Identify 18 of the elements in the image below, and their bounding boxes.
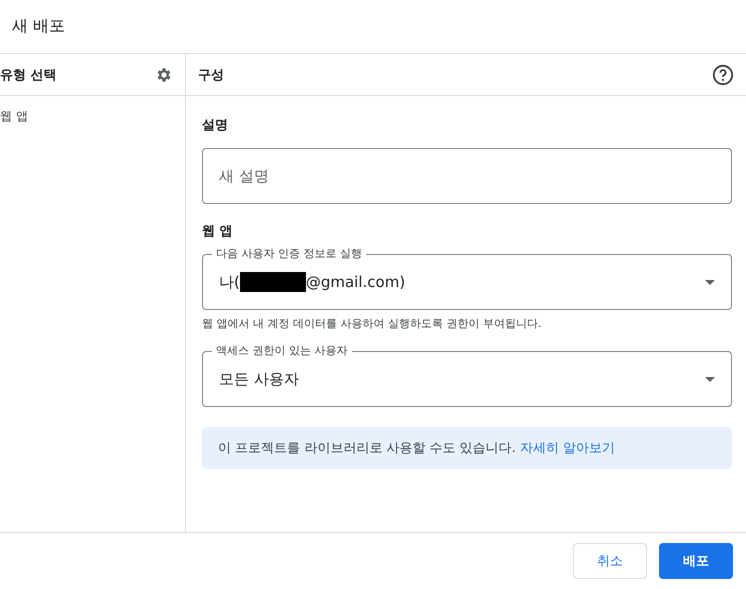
field-label: 액세스 권한이 있는 사용자 <box>212 343 352 358</box>
info-banner: 이 프로젝트를 라이브러리로 사용할 수도 있습니다. 자세히 알아보기 <box>202 427 732 469</box>
caret-icon <box>705 280 715 284</box>
help-icon[interactable] <box>712 64 734 86</box>
helper-text: 웹 앱에서 내 계정 데이터를 사용하여 실행하도록 권한이 부여됩니다. <box>202 316 542 331</box>
field-label: 다음 사용자 인증 정보로 실행 <box>212 246 366 261</box>
sidebar-item[interactable]: 웹 앱 <box>0 96 185 137</box>
panel-title: 구성 <box>198 66 224 84</box>
section-title: 웹 앱 <box>202 223 234 240</box>
dialog-title: 새 배포 <box>12 16 66 37</box>
caret-icon <box>705 376 715 382</box>
description-field[interactable]: 새 설명 <box>202 148 732 204</box>
field-label: 설명 <box>202 117 229 134</box>
sidebar-title: 유형 선택 <box>0 66 57 84</box>
cancel-button[interactable]: 취소 <box>573 543 647 579</box>
learn-more-link[interactable]: 자세히 알아보기 <box>520 441 616 456</box>
deploy-button[interactable]: 배포 <box>659 543 733 579</box>
settings-icon[interactable] <box>155 66 173 84</box>
